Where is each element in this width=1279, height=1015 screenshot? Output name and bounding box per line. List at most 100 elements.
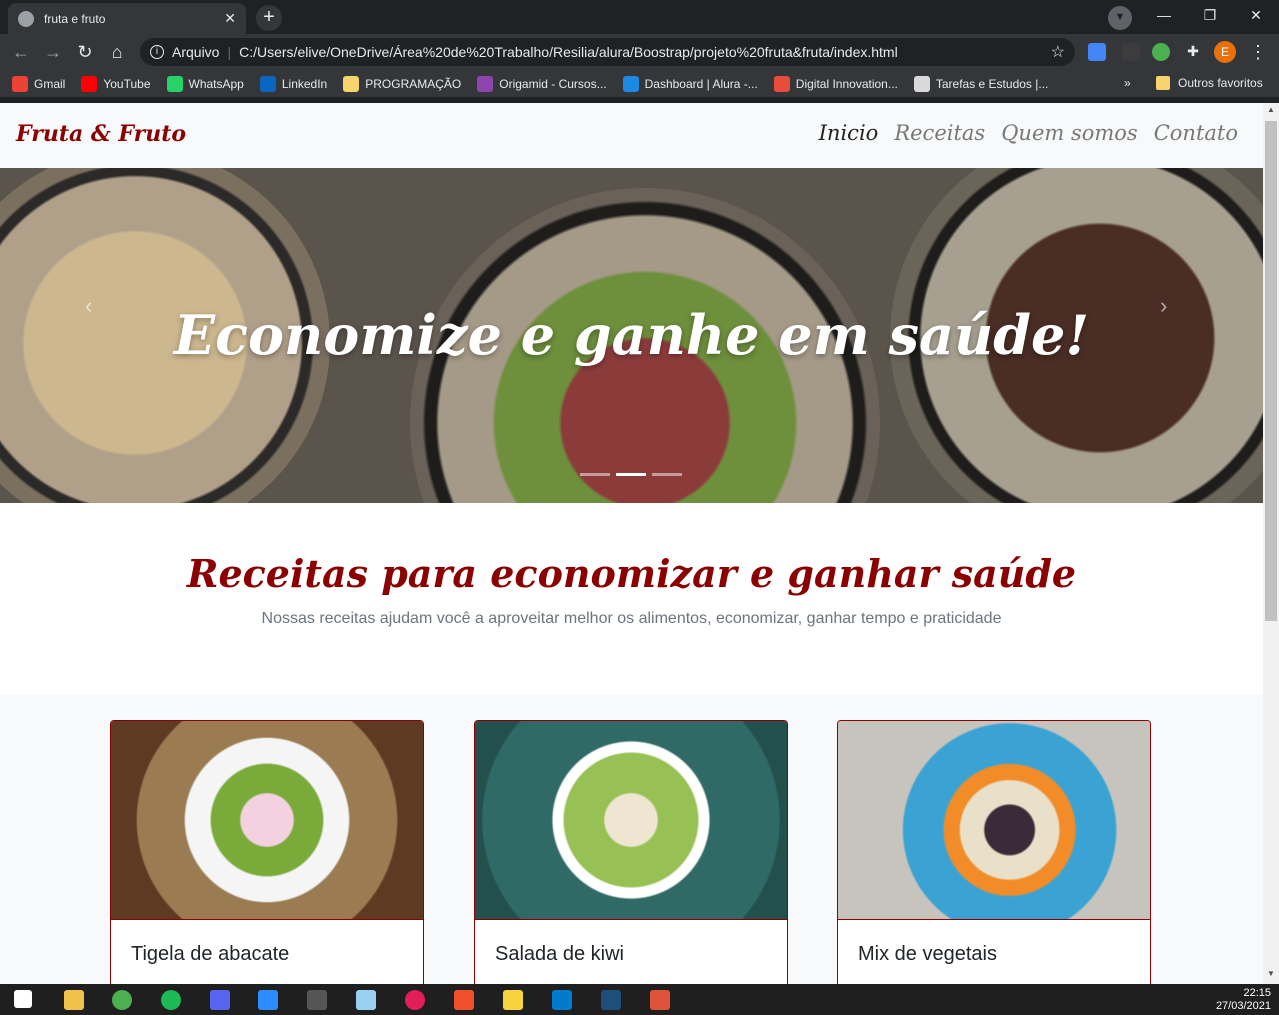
bookmark-item[interactable]: Tarefas e Estudos |... — [913, 75, 1049, 92]
forward-icon[interactable]: → — [40, 39, 66, 65]
bookmark-label: WhatsApp — [188, 76, 244, 91]
address-bar[interactable]: i Arquivo | C:/Users/elive/OneDrive/Área… — [140, 38, 1075, 66]
bookmark-favicon-icon — [343, 75, 360, 92]
extension-icon[interactable] — [1122, 43, 1140, 61]
section-title: Receitas para economizar e ganhar saúde — [186, 551, 1077, 596]
clock-date: 27/03/2021 — [1215, 1000, 1271, 1012]
other-bookmarks-folder[interactable]: Outros favoritos — [1156, 76, 1263, 90]
terminal-app-icon[interactable] — [601, 990, 621, 1010]
bookmarks-bar: Gmail YouTube WhatsApp LinkedIn PROGRAMAÇÃO O… — [0, 70, 1279, 98]
reload-icon[interactable]: ↻ — [72, 39, 98, 65]
recipe-card[interactable]: Salada de kiwi — [474, 720, 788, 984]
translate-extension-icon[interactable] — [1088, 43, 1106, 61]
vscode-icon[interactable] — [552, 990, 572, 1010]
site-navbar: Fruta & Fruto Inicio Receitas Quem somos… — [0, 103, 1263, 168]
browser-toolbar: ← → ↻ ⌂ i Arquivo | C:/Users/elive/OneDr… — [0, 34, 1279, 70]
bookmark-item[interactable]: Digital Innovation... — [773, 75, 898, 92]
bookmark-label: Gmail — [34, 76, 66, 91]
windows-start-icon[interactable] — [14, 990, 32, 1008]
carousel-indicator[interactable] — [652, 473, 682, 476]
scrollbar-thumb[interactable] — [1265, 121, 1277, 621]
discord-icon[interactable] — [210, 990, 230, 1010]
bookmark-label: Digital Innovation... — [795, 76, 898, 91]
bookmark-label: YouTube — [103, 76, 151, 91]
scroll-down-icon[interactable]: ▼ — [1267, 969, 1275, 978]
close-window-icon[interactable]: ✕ — [1233, 0, 1279, 32]
sticky-notes-icon[interactable] — [503, 990, 523, 1010]
calculator-icon[interactable] — [307, 990, 327, 1010]
security-label: Arquivo — [172, 44, 220, 60]
bookmark-label: Tarefas e Estudos |... — [935, 76, 1049, 91]
new-tab-button[interactable]: + — [256, 5, 282, 31]
menu-item-quem-somos[interactable]: Quem somos — [1001, 121, 1138, 145]
bookmark-label: PROGRAMAÇÃO — [365, 76, 462, 91]
hero-title: Economize e ganhe em saúde! — [173, 303, 1090, 367]
minimize-icon[interactable]: — — [1141, 0, 1187, 32]
menu-kebab-icon[interactable]: ⋮ — [1245, 39, 1271, 65]
recipe-title: Salada de kiwi — [495, 943, 624, 965]
site-menu: Inicio Receitas Quem somos Contato — [819, 121, 1238, 145]
notes-app-icon[interactable] — [356, 990, 376, 1010]
info-icon[interactable]: i — [150, 45, 164, 59]
menu-item-contato[interactable]: Contato — [1154, 121, 1238, 145]
slack-icon[interactable] — [405, 990, 425, 1010]
page-scrollbar[interactable]: ▲ ▼ — [1263, 103, 1279, 984]
bookmark-item[interactable]: WhatsApp — [166, 75, 244, 92]
zoom-icon[interactable] — [258, 990, 278, 1010]
tab-title: fruta e fruto — [44, 11, 106, 26]
carousel-indicator-active[interactable] — [616, 473, 646, 476]
globe-icon — [18, 10, 34, 27]
scroll-up-icon[interactable]: ▲ — [1267, 105, 1275, 114]
folder-icon — [1156, 76, 1170, 90]
recipe-image — [838, 721, 1150, 920]
browser-tab-strip: fruta e fruto ✕ + ▼ — ❐ ✕ — [0, 0, 1279, 34]
taskbar-clock[interactable]: 22:15 27/03/2021 — [1216, 987, 1271, 1013]
spotify-icon[interactable] — [161, 990, 181, 1010]
bookmark-favicon-icon — [259, 75, 276, 92]
other-bookmarks-label: Outros favoritos — [1178, 76, 1263, 90]
back-icon[interactable]: ← — [8, 39, 34, 65]
carousel-indicator[interactable] — [580, 473, 610, 476]
browser-tab[interactable]: fruta e fruto ✕ — [8, 3, 246, 34]
home-icon[interactable]: ⌂ — [104, 39, 130, 65]
profile-avatar[interactable]: E — [1214, 41, 1236, 63]
paint-app-icon[interactable] — [650, 990, 670, 1010]
bookmark-favicon-icon — [81, 75, 98, 92]
bookmark-favicon-icon — [773, 75, 790, 92]
git-icon[interactable] — [454, 990, 474, 1010]
site-brand[interactable]: Fruta & Fruto — [16, 121, 186, 147]
section-subtitle: Nossas receitas ajudam você a aproveitar… — [261, 610, 1002, 627]
bookmark-item[interactable]: Origamid - Cursos... — [477, 75, 607, 92]
bookmark-favicon-icon — [477, 75, 494, 92]
page-viewport: Fruta & Fruto Inicio Receitas Quem somos… — [0, 103, 1263, 984]
file-explorer-icon[interactable] — [64, 990, 84, 1010]
url-text: C:/Users/elive/OneDrive/Área%20de%20Trab… — [239, 44, 898, 60]
recipe-card[interactable]: Mix de vegetais — [837, 720, 1151, 984]
bookmark-favicon-icon — [622, 75, 639, 92]
bookmark-star-icon[interactable]: ☆ — [1051, 42, 1065, 62]
windows-taskbar: 22:15 27/03/2021 — [0, 984, 1279, 1015]
carousel-indicators — [580, 473, 682, 476]
recipe-title: Tigela de abacate — [131, 943, 290, 965]
recipe-title: Mix de vegetais — [858, 943, 997, 965]
bookmark-item[interactable]: PROGRAMAÇÃO — [343, 75, 462, 92]
recipe-image — [111, 721, 423, 920]
menu-item-inicio[interactable]: Inicio — [819, 121, 879, 145]
bookmarks-more-icon[interactable]: » — [1124, 76, 1131, 90]
chrome-icon[interactable] — [112, 990, 132, 1010]
bookmark-label: Origamid - Cursos... — [499, 76, 607, 91]
recipe-card[interactable]: Tigela de abacate — [110, 720, 424, 984]
menu-item-receitas[interactable]: Receitas — [894, 121, 985, 145]
restore-icon[interactable]: ❐ — [1187, 0, 1233, 32]
close-tab-icon[interactable]: ✕ — [224, 10, 236, 27]
tab-search-icon[interactable]: ▼ — [1108, 6, 1132, 30]
bookmark-item[interactable]: Dashboard | Alura -... — [622, 75, 758, 92]
bookmark-favicon-icon — [12, 75, 28, 92]
puzzle-extensions-icon[interactable]: ✚ — [1184, 43, 1202, 61]
extension-icon-green[interactable] — [1152, 43, 1170, 61]
bookmark-item[interactable]: LinkedIn — [259, 75, 327, 92]
recipe-cards-section: Tigela de abacate Salada de kiwi Mix de … — [0, 695, 1263, 984]
bookmark-item[interactable]: YouTube — [81, 75, 151, 92]
bookmark-item[interactable]: Gmail — [12, 75, 66, 92]
recipe-image — [475, 721, 787, 920]
